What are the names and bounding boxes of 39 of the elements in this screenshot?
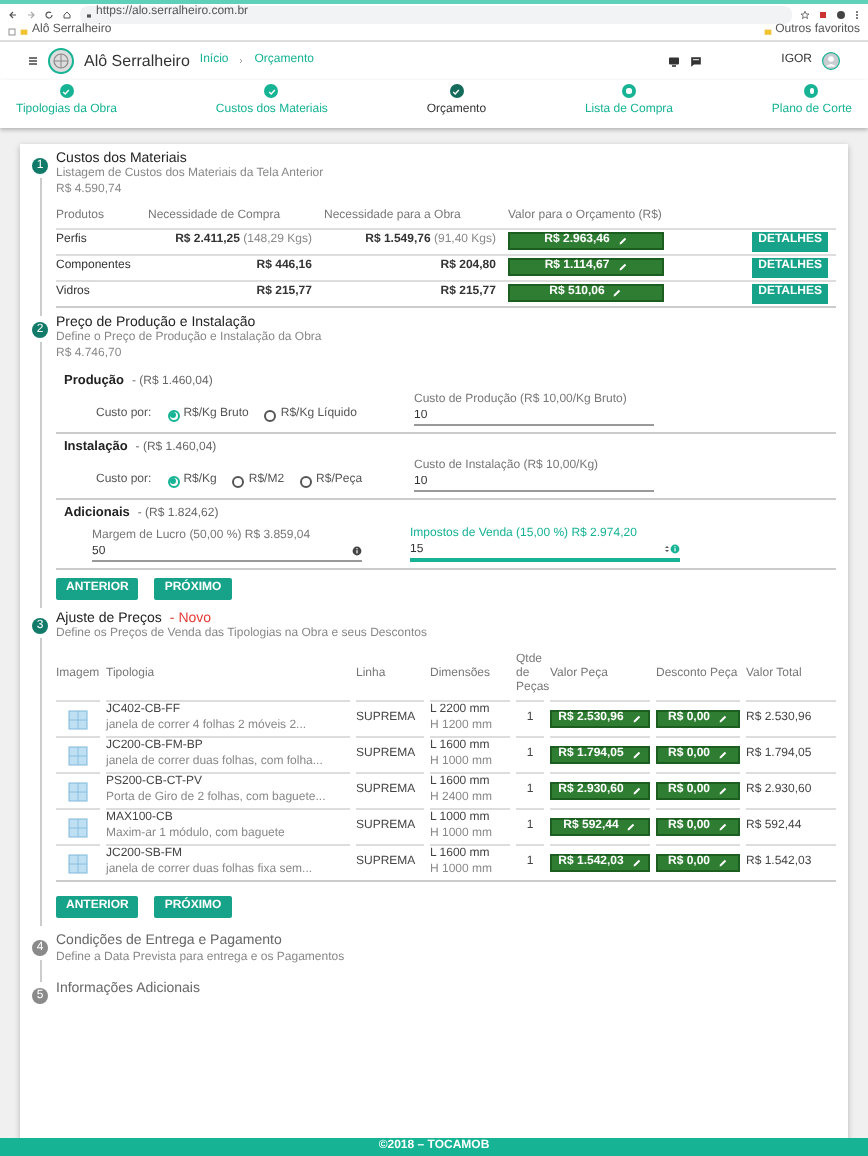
radio-button[interactable]: [232, 475, 245, 488]
menu-icon[interactable]: [28, 56, 38, 66]
folder-icon: [20, 28, 28, 36]
home-icon[interactable]: [62, 9, 72, 19]
window-thumbnail: [68, 781, 88, 802]
pencil-icon: [718, 750, 728, 761]
radio-button[interactable]: [300, 475, 313, 488]
star-icon[interactable]: [800, 9, 810, 19]
avatar-icon[interactable]: [822, 52, 840, 70]
pencil-icon: [718, 786, 728, 797]
pencil-icon: [718, 858, 728, 869]
radio-button[interactable]: [167, 409, 180, 421]
folder-icon: [763, 28, 772, 36]
radio-button[interactable]: [264, 409, 277, 421]
chat-icon[interactable]: [689, 55, 702, 67]
window-thumbnail: [68, 709, 88, 730]
info-icon[interactable]: [352, 546, 362, 557]
pencil-icon: [626, 822, 637, 833]
logo-icon: [48, 48, 74, 74]
reload-icon[interactable]: [44, 9, 54, 19]
radio-button[interactable]: [167, 475, 180, 488]
pencil-icon: [631, 714, 642, 725]
window-thumbnail: [68, 745, 88, 766]
pencil-icon: [617, 262, 628, 273]
window-thumbnail: [68, 853, 88, 874]
extension-icon[interactable]: [818, 9, 828, 19]
pencil-icon: [617, 236, 628, 247]
pencil-icon: [612, 288, 623, 299]
pencil-icon: [631, 858, 642, 869]
pencil-icon: [631, 786, 642, 797]
profile-icon[interactable]: [836, 9, 846, 19]
pencil-icon: [718, 822, 728, 833]
lock-icon: [86, 11, 92, 17]
back-icon[interactable]: [8, 9, 18, 19]
pencil-icon: [718, 714, 728, 725]
monitor-icon[interactable]: [667, 55, 680, 67]
window-thumbnail: [68, 817, 88, 838]
pencil-icon: [631, 750, 642, 761]
app-name: Alô Serralheiro: [84, 51, 190, 71]
